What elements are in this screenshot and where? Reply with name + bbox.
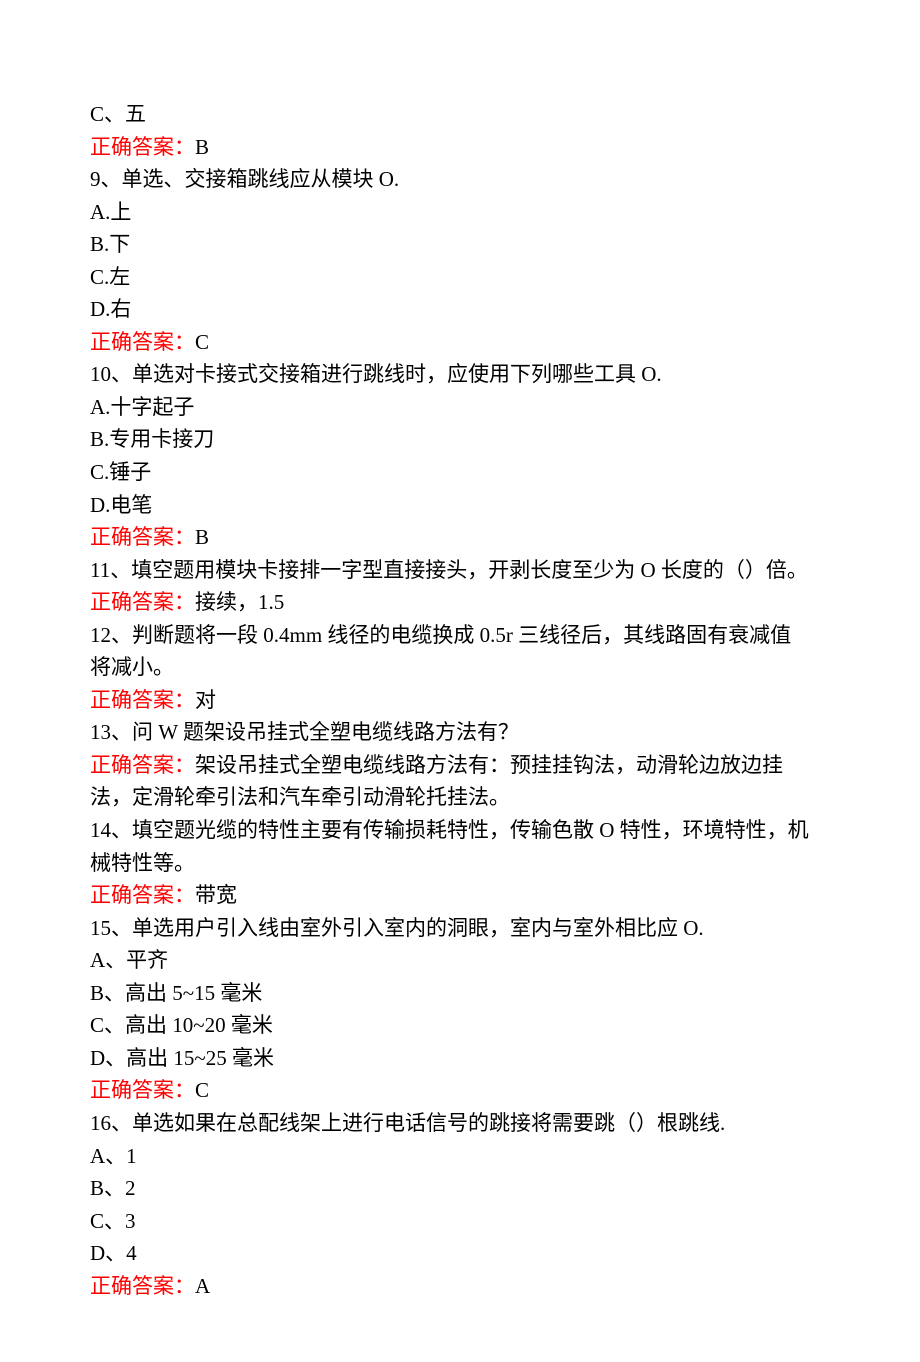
q9-answer-line: 正确答案：C [90, 326, 830, 359]
q9-option-a: A.上 [90, 196, 830, 229]
q10-option-a: A.十字起子 [90, 391, 830, 424]
q8-answer: B [195, 135, 209, 159]
answer-label: 正确答案： [90, 883, 195, 907]
q16-option-c: C、3 [90, 1205, 830, 1238]
q15-answer: C [195, 1078, 209, 1102]
q12-answer: 对 [195, 688, 216, 712]
q9-stem: 9、单选、交接箱跳线应从模块 O. [90, 163, 830, 196]
answer-label: 正确答案： [90, 590, 195, 614]
q10-option-b: B.专用卡接刀 [90, 423, 830, 456]
q14-stem-b: 械特性等。 [90, 847, 830, 880]
q10-stem: 10、单选对卡接式交接箱进行跳线时，应使用下列哪些工具 O. [90, 358, 830, 391]
answer-label: 正确答案： [90, 1274, 195, 1298]
q8-option-c: C、五 [90, 98, 830, 131]
q14-stem-a: 14、填空题光缆的特性主要有传输损耗特性，传输色散 O 特性，环境特性，机 [90, 814, 830, 847]
q12-stem-b: 将减小。 [90, 651, 830, 684]
answer-label: 正确答案： [90, 135, 195, 159]
answer-label: 正确答案： [90, 688, 195, 712]
answer-label: 正确答案： [90, 1078, 195, 1102]
q15-answer-line: 正确答案：C [90, 1074, 830, 1107]
q15-option-c: C、高出 10~20 毫米 [90, 1009, 830, 1042]
q12-answer-line: 正确答案：对 [90, 684, 830, 717]
q13-stem: 13、问 W 题架设吊挂式全塑电缆线路方法有？ [90, 716, 830, 749]
q13-answer-a: 架设吊挂式全塑电缆线路方法有：预挂挂钩法，动滑轮边放边挂 [195, 753, 783, 777]
q13-answer-line-a: 正确答案：架设吊挂式全塑电缆线路方法有：预挂挂钩法，动滑轮边放边挂 [90, 749, 830, 782]
q13-answer-line-b: 法，定滑轮牵引法和汽车牵引动滑轮托挂法。 [90, 781, 830, 814]
q16-stem: 16、单选如果在总配线架上进行电话信号的跳接将需要跳（）根跳线. [90, 1107, 830, 1140]
q16-option-d: D、4 [90, 1237, 830, 1270]
q10-answer: B [195, 525, 209, 549]
q8-answer-line: 正确答案：B [90, 131, 830, 164]
answer-label: 正确答案： [90, 753, 195, 777]
answer-label: 正确答案： [90, 330, 195, 354]
answer-label: 正确答案： [90, 525, 195, 549]
q10-answer-line: 正确答案：B [90, 521, 830, 554]
q10-option-d: D.电笔 [90, 489, 830, 522]
q14-answer-line: 正确答案：带宽 [90, 879, 830, 912]
q15-option-d: D、高出 15~25 毫米 [90, 1042, 830, 1075]
q9-option-b: B.下 [90, 228, 830, 261]
q15-option-a: A、平齐 [90, 944, 830, 977]
q15-option-b: B、高出 5~15 毫米 [90, 977, 830, 1010]
q9-answer: C [195, 330, 209, 354]
q9-option-d: D.右 [90, 293, 830, 326]
q15-stem: 15、单选用户引入线由室外引入室内的洞眼，室内与室外相比应 O. [90, 912, 830, 945]
q11-stem: 11、填空题用模块卡接排一字型直接接头，开剥长度至少为 O 长度的（）倍。 [90, 554, 830, 587]
q16-answer: A [195, 1274, 210, 1298]
q9-option-c: C.左 [90, 261, 830, 294]
q10-option-c: C.锤子 [90, 456, 830, 489]
q16-option-a: A、1 [90, 1140, 830, 1173]
q12-stem-a: 12、判断题将一段 0.4mm 线径的电缆换成 0.5r 三线径后，其线路固有衰… [90, 619, 830, 652]
q16-answer-line: 正确答案：A [90, 1270, 830, 1303]
q14-answer: 带宽 [195, 883, 237, 907]
q11-answer: 接续，1.5 [195, 590, 284, 614]
q11-answer-line: 正确答案：接续，1.5 [90, 586, 830, 619]
q16-option-b: B、2 [90, 1172, 830, 1205]
